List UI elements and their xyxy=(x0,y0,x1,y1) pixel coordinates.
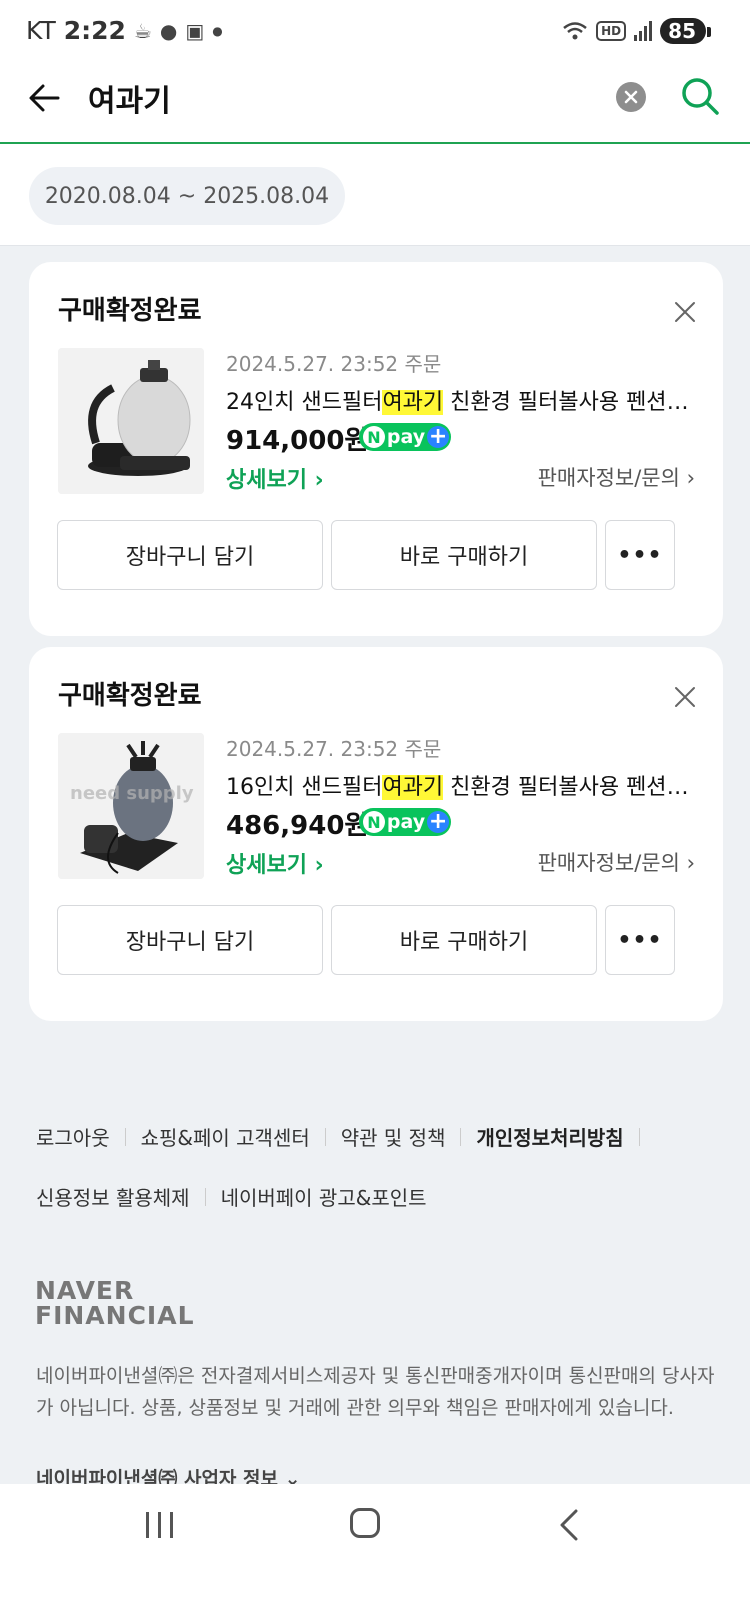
legal-disclaimer: 네이버파이낸셜㈜은 전자결제서비스제공자 및 통신판매중개자이며 통신판매의 당… xyxy=(36,1365,715,1419)
more-options-button[interactable]: ••• xyxy=(605,520,675,590)
date-filter-bar: 2020.08.04 ~ 2025.08.04 xyxy=(0,144,750,246)
add-to-cart-button[interactable]: 장바구니 담기 xyxy=(57,905,323,975)
clear-search-icon[interactable] xyxy=(616,82,646,112)
status-bar: KT 2:22 ☕ ● ▣ ● HD 85 xyxy=(0,0,750,66)
logo-line-1: NAVER xyxy=(35,1276,135,1305)
status-left: KT 2:22 ☕ ● ▣ ● xyxy=(26,16,223,45)
coffee-icon: ☕ xyxy=(133,18,152,43)
recent-apps-icon[interactable] xyxy=(146,1512,173,1538)
privacy-policy-link[interactable]: 개인정보처리방침 xyxy=(476,1122,623,1151)
search-query[interactable]: 여과기 xyxy=(88,76,171,120)
detail-link[interactable]: 상세보기 › xyxy=(226,847,324,879)
system-nav-bar xyxy=(0,1484,750,1608)
npay-n-icon: N xyxy=(363,811,385,833)
product-name-prefix: 24인치 샌드필터 xyxy=(226,390,383,415)
divider xyxy=(460,1127,462,1146)
product-name-suffix: 친환경 필터볼사용 펜션 수영장 xyxy=(450,775,692,800)
order-date: 2024.5.27. 23:52 주문 xyxy=(226,737,442,761)
back-arrow-icon[interactable] xyxy=(26,80,62,116)
wifi-icon xyxy=(563,22,587,40)
battery-indicator: 85 xyxy=(660,18,711,44)
product-name-suffix: 친환경 필터볼사용 펜션 수영장 xyxy=(450,390,692,415)
divider xyxy=(324,1127,326,1146)
naver-financial-logo: NAVER FINANCIAL xyxy=(35,1278,195,1328)
credit-info-link[interactable]: 신용정보 활용체제 xyxy=(36,1182,190,1211)
order-date: 2024.5.27. 23:52 주문 xyxy=(226,352,442,376)
add-to-cart-button[interactable]: 장바구니 담기 xyxy=(57,520,323,590)
terms-link[interactable]: 약관 및 정책 xyxy=(341,1122,446,1151)
status-right: HD 85 xyxy=(562,18,711,44)
divider xyxy=(638,1127,640,1146)
seller-info-link[interactable]: 판매자정보/문의 › xyxy=(538,847,695,877)
order-card: 구매확정완료 need supply 2024.5.27. 23:52 주문 1… xyxy=(29,647,723,1021)
image-watermark: need supply xyxy=(70,783,194,804)
more-options-button[interactable]: ••• xyxy=(605,905,675,975)
logout-link[interactable]: 로그아웃 xyxy=(36,1122,110,1151)
clock: 2:22 xyxy=(63,16,126,45)
npay-label: pay xyxy=(386,811,426,833)
npay-plus-icon: + xyxy=(427,424,449,449)
product-name-prefix: 16인치 샌드필터 xyxy=(226,775,383,800)
keyword-highlight: 여과기 xyxy=(382,775,444,800)
product-price: 486,940원 xyxy=(226,811,369,841)
carrier-label: KT xyxy=(26,16,56,45)
keyword-highlight: 여과기 xyxy=(382,390,444,415)
seller-info-link[interactable]: 판매자정보/문의 › xyxy=(538,462,695,492)
search-icon[interactable] xyxy=(680,76,720,116)
npay-badge: N pay + xyxy=(359,423,451,451)
footer-links-row-2: 신용정보 활용체제 네이버페이 광고&포인트 xyxy=(36,1182,427,1211)
buy-now-button[interactable]: 바로 구매하기 xyxy=(331,905,597,975)
product-name[interactable]: 24인치 샌드필터여과기 친환경 필터볼사용 펜션 수영장 xyxy=(226,384,692,416)
hd-voice-icon: HD xyxy=(596,21,627,41)
divider xyxy=(124,1127,126,1146)
talk-bubble-icon: ● xyxy=(159,18,178,43)
home-icon[interactable] xyxy=(350,1508,380,1538)
npay-n-icon: N xyxy=(363,426,385,448)
customer-center-link[interactable]: 쇼핑&페이 고객센터 xyxy=(141,1122,310,1151)
footer-links-row-1: 로그아웃 쇼핑&페이 고객센터 약관 및 정책 개인정보처리방침 xyxy=(36,1122,655,1151)
npay-label: pay xyxy=(386,426,426,448)
order-status: 구매확정완료 xyxy=(58,681,202,711)
product-image[interactable]: need supply xyxy=(58,733,204,879)
npay-badge: N pay + xyxy=(359,808,451,836)
product-image[interactable] xyxy=(58,348,204,494)
npay-plus-icon: + xyxy=(427,809,449,834)
close-icon[interactable] xyxy=(673,300,697,324)
voicemail-icon: ▣ xyxy=(185,18,205,43)
ads-points-link[interactable]: 네이버페이 광고&포인트 xyxy=(221,1182,427,1211)
order-status: 구매확정완료 xyxy=(58,296,202,326)
product-name[interactable]: 16인치 샌드필터여과기 친환경 필터볼사용 펜션 수영장 xyxy=(226,769,692,801)
date-range-pill[interactable]: 2020.08.04 ~ 2025.08.04 xyxy=(29,167,345,225)
search-header: 여과기 xyxy=(0,66,750,144)
order-card: 구매확정완료 2024.5.27. 23:52 주문 24인치 샌드필터여과기 … xyxy=(29,262,723,636)
signal-icon xyxy=(634,21,653,41)
system-back-icon[interactable] xyxy=(556,1508,582,1542)
logo-line-2: FINANCIAL xyxy=(35,1301,195,1330)
divider xyxy=(204,1187,206,1206)
buy-now-button[interactable]: 바로 구매하기 xyxy=(331,520,597,590)
product-price: 914,000원 xyxy=(226,426,369,456)
close-icon[interactable] xyxy=(673,685,697,709)
detail-link[interactable]: 상세보기 › xyxy=(226,462,324,494)
dot-icon: ● xyxy=(212,23,223,38)
